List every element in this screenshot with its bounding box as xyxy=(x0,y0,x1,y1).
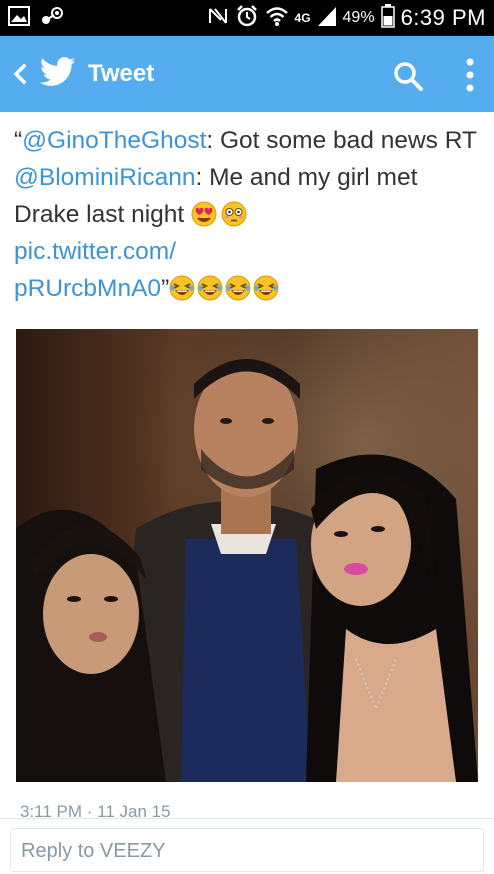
reply-box[interactable]: Reply to VEEZY xyxy=(10,828,484,872)
pic-link-part-2[interactable]: pRUrcbMnA0 xyxy=(14,275,161,302)
app-bar: Tweet xyxy=(0,36,494,112)
laughing-emoji xyxy=(253,275,279,301)
tweet-text: “@GinoTheGhost: Got some bad news RT @Bl… xyxy=(14,122,486,307)
network-type-label: 4G xyxy=(294,11,311,25)
back-button[interactable] xyxy=(6,54,34,94)
battery-icon xyxy=(380,3,395,33)
tweet-photo[interactable] xyxy=(16,329,478,782)
back-icon xyxy=(13,63,27,85)
clock: 6:39 PM xyxy=(400,5,486,30)
alarm-icon xyxy=(235,4,259,33)
gallery-icon xyxy=(8,6,30,31)
open-quote: “ xyxy=(14,127,23,154)
flushed-emoji xyxy=(221,201,247,227)
network-type-icon: 4G xyxy=(295,12,311,24)
status-left xyxy=(8,6,64,31)
laughing-emoji xyxy=(197,275,223,301)
search-button[interactable] xyxy=(390,58,426,94)
status-right: 4G 49% 6:39 PM xyxy=(207,3,486,33)
search-icon xyxy=(394,62,423,91)
signal-icon xyxy=(317,5,337,32)
laughing-emoji xyxy=(169,275,195,301)
battery-percent: 49% xyxy=(342,9,375,26)
divider xyxy=(0,818,494,819)
reply-input-placeholder[interactable]: Reply to VEEZY xyxy=(21,840,166,863)
close-quote: ” xyxy=(161,275,170,302)
mention-blomini[interactable]: @BlominiRicann xyxy=(14,164,195,191)
pic-link-part-1[interactable]: pic.twitter.com/ xyxy=(14,238,176,265)
app-title: Tweet xyxy=(88,60,155,87)
steam-icon xyxy=(40,6,64,31)
overflow-menu-button[interactable] xyxy=(458,56,482,94)
twitter-bird-icon[interactable] xyxy=(39,56,76,88)
overflow-menu-icon xyxy=(466,58,474,92)
nfc-icon xyxy=(207,6,229,31)
tweet-text-part-1: : Got some bad news RT xyxy=(206,127,477,154)
status-bar: 4G 49% 6:39 PM xyxy=(0,0,494,36)
heart-eyes-emoji xyxy=(191,201,217,227)
mention-gino[interactable]: @GinoTheGhost xyxy=(22,127,206,154)
photo-illustration xyxy=(16,329,478,782)
wifi-icon xyxy=(265,5,289,32)
laughing-emoji xyxy=(225,275,251,301)
